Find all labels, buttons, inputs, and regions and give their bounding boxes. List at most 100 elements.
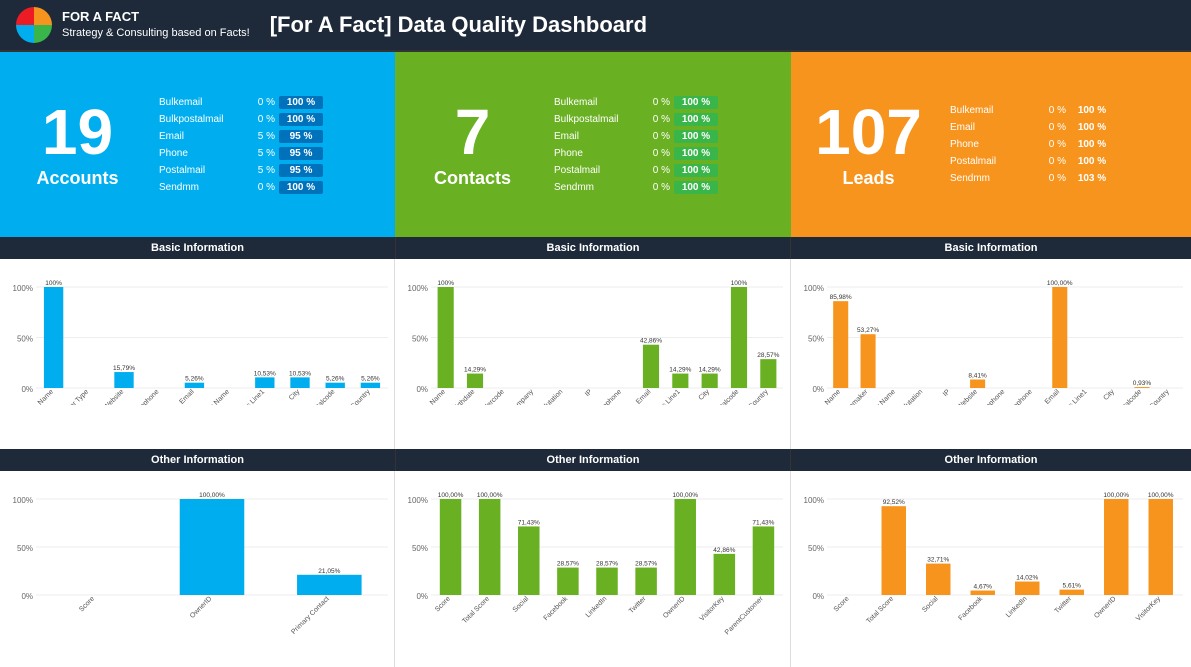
svg-text:VisitorKey: VisitorKey bbox=[699, 595, 726, 622]
basic-info-headers: Basic Information Basic Information Basi… bbox=[0, 237, 1191, 259]
contacts-metric: 7 Contacts bbox=[395, 52, 550, 237]
svg-text:71,43%: 71,43% bbox=[518, 519, 540, 526]
svg-text:100,00%: 100,00% bbox=[438, 492, 464, 499]
svg-text:100%: 100% bbox=[804, 496, 824, 505]
svg-text:5,26%: 5,26% bbox=[361, 376, 380, 383]
basic-charts-row: 100%50%0%100%NameCustomer Type15,79%Webs… bbox=[0, 259, 1191, 449]
logo-icon bbox=[16, 7, 52, 43]
metric-badge: 100 % bbox=[279, 113, 323, 126]
bar bbox=[1015, 582, 1039, 595]
svg-text:5,26%: 5,26% bbox=[185, 376, 204, 383]
metric-row-label: Sendmm bbox=[159, 182, 249, 193]
svg-text:0%: 0% bbox=[416, 592, 428, 601]
metric-row-pct: 5 % bbox=[253, 131, 275, 142]
metric-row-label: Email bbox=[950, 122, 1040, 133]
metric-row: Phone 5 % 95 % bbox=[159, 147, 387, 160]
bar bbox=[760, 359, 776, 388]
svg-text:100%: 100% bbox=[408, 284, 428, 293]
svg-text:28,57%: 28,57% bbox=[757, 352, 779, 359]
metric-row: Email 0 % 100 % bbox=[950, 121, 1183, 134]
svg-text:Total Score: Total Score bbox=[865, 595, 895, 625]
leads-number: 107 bbox=[815, 100, 922, 164]
svg-text:100%: 100% bbox=[804, 284, 824, 293]
metric-row: Bulkemail 0 % 100 % bbox=[554, 96, 783, 109]
svg-text:Facebook: Facebook bbox=[543, 595, 570, 622]
metric-row-label: Sendmm bbox=[950, 173, 1040, 184]
metric-row-pct: 5 % bbox=[253, 148, 275, 159]
leads-metric: 107 Leads bbox=[791, 52, 946, 237]
svg-text:10,53%: 10,53% bbox=[289, 370, 311, 377]
svg-text:VisitorKey: VisitorKey bbox=[1135, 595, 1162, 622]
svg-text:100%: 100% bbox=[45, 280, 62, 287]
svg-text:14,29%: 14,29% bbox=[464, 367, 486, 374]
metric-row-label: Postalmail bbox=[159, 165, 249, 176]
bar bbox=[290, 377, 309, 388]
svg-text:Company: Company bbox=[509, 388, 535, 405]
metric-badge: 100 % bbox=[1070, 138, 1114, 151]
metric-row-pct: 0 % bbox=[253, 182, 275, 193]
bar bbox=[596, 568, 618, 595]
metrics-row: 19 Accounts Bulkemail 0 % 100 % Bulkpost… bbox=[0, 52, 1191, 237]
bar bbox=[438, 287, 454, 388]
bar bbox=[731, 287, 747, 388]
bar bbox=[971, 591, 995, 595]
logo-company: FOR A FACT bbox=[62, 9, 250, 26]
bar bbox=[753, 526, 775, 595]
other-chart-leads: 100%50%0%Score92,52%Total Score32,71%Soc… bbox=[791, 471, 1191, 667]
bar bbox=[635, 568, 657, 595]
metric-row-pct: 0 % bbox=[648, 97, 670, 108]
svg-text:50%: 50% bbox=[808, 335, 824, 344]
metric-row-pct: 0 % bbox=[253, 97, 275, 108]
bar bbox=[1052, 287, 1067, 388]
bar bbox=[1060, 590, 1084, 595]
metric-badge: 100 % bbox=[279, 181, 323, 194]
metric-row-label: Postalmail bbox=[950, 156, 1040, 167]
bar bbox=[674, 499, 696, 595]
metric-badge: 95 % bbox=[279, 164, 323, 177]
svg-text:Social: Social bbox=[512, 595, 531, 614]
svg-text:IP: IP bbox=[584, 388, 594, 398]
bar bbox=[1149, 499, 1173, 595]
metric-row-label: Phone bbox=[159, 148, 249, 159]
svg-text:15,79%: 15,79% bbox=[113, 365, 135, 372]
svg-text:4,67%: 4,67% bbox=[974, 584, 993, 591]
svg-text:Score: Score bbox=[78, 595, 96, 613]
bar bbox=[326, 383, 345, 388]
svg-text:50%: 50% bbox=[17, 544, 33, 553]
svg-text:100,00%: 100,00% bbox=[1148, 492, 1174, 499]
metric-row: Sendmm 0 % 100 % bbox=[159, 181, 387, 194]
bar bbox=[44, 287, 63, 388]
svg-text:Country: Country bbox=[350, 388, 373, 405]
svg-text:21,05%: 21,05% bbox=[318, 568, 340, 575]
metric-badge: 100 % bbox=[674, 147, 718, 160]
metric-badge: 100 % bbox=[674, 113, 718, 126]
metric-badge: 103 % bbox=[1070, 172, 1114, 185]
svg-text:42,86%: 42,86% bbox=[640, 338, 662, 345]
bar bbox=[185, 383, 204, 388]
svg-text:50%: 50% bbox=[412, 544, 428, 553]
basic-chart-contacts: 100%50%0%100%Name14,29%BirthdateGenderco… bbox=[395, 259, 791, 449]
metric-row-pct: 5 % bbox=[253, 165, 275, 176]
metric-row-pct: 0 % bbox=[648, 165, 670, 176]
svg-text:28,57%: 28,57% bbox=[596, 561, 618, 568]
metric-row-label: Email bbox=[554, 131, 644, 142]
svg-text:Email: Email bbox=[1044, 388, 1062, 405]
svg-text:Address Name: Address Name bbox=[193, 388, 231, 405]
main-content: 19 Accounts Bulkemail 0 % 100 % Bulkpost… bbox=[0, 52, 1191, 667]
metric-row-pct: 0 % bbox=[648, 148, 670, 159]
contacts-number: 7 bbox=[455, 100, 491, 164]
svg-text:Email: Email bbox=[178, 388, 196, 405]
svg-text:Address Line1: Address Line1 bbox=[230, 388, 267, 405]
metric-badge: 95 % bbox=[279, 130, 323, 143]
svg-text:10,53%: 10,53% bbox=[254, 370, 276, 377]
metric-row-label: Bulkpostalmail bbox=[159, 114, 249, 125]
svg-text:Twitter: Twitter bbox=[1054, 595, 1074, 615]
metric-badge: 100 % bbox=[674, 96, 718, 109]
metric-row: Sendmm 0 % 100 % bbox=[554, 181, 783, 194]
metric-row-pct: 0 % bbox=[1044, 156, 1066, 167]
svg-text:City: City bbox=[1102, 388, 1116, 402]
metric-row-pct: 0 % bbox=[648, 182, 670, 193]
svg-text:Score: Score bbox=[833, 595, 851, 613]
metric-row: Bulkpostalmail 0 % 100 % bbox=[159, 113, 387, 126]
svg-text:100,00%: 100,00% bbox=[1047, 280, 1073, 287]
